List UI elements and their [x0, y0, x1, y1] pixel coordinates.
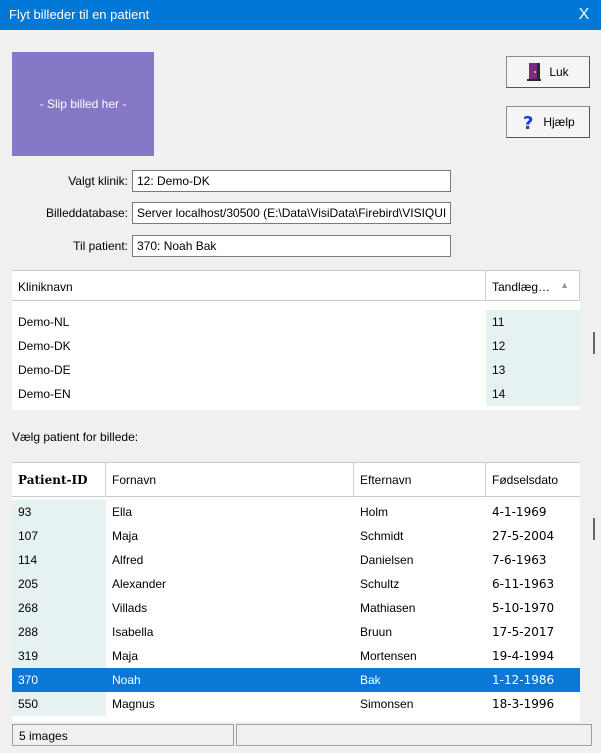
clinic-label: Valgt klinik:: [68, 174, 128, 188]
clinic-grid[interactable]: Kliniknavn Tandlæg… ▲ Demo-NL 11 Demo-DK…: [12, 270, 580, 410]
title-bar: Flyt billeder til en patient X: [0, 0, 601, 30]
column-header-fornavn[interactable]: Fornavn: [106, 463, 354, 497]
clinic-grid-header: Kliniknavn Tandlæg… ▲: [12, 271, 580, 301]
patient-id: 319: [12, 644, 106, 668]
clinic-row-item[interactable]: Demo-DE 13: [12, 358, 580, 382]
clinic-id: 12: [486, 334, 580, 358]
svg-text:?: ?: [523, 113, 533, 132]
clinic-field[interactable]: [132, 170, 451, 192]
column-header-kliniknavn[interactable]: Kliniknavn: [12, 271, 486, 301]
clinic-scroll-thumb[interactable]: [593, 332, 595, 354]
patient-first-name: Villads: [112, 601, 148, 615]
clinic-id: 14: [486, 382, 580, 406]
patient-row[interactable]: 268 Villads Mathiasen 5-10-1970: [12, 596, 580, 620]
patient-id: 550: [12, 692, 106, 716]
patient-row[interactable]: 370 Noah Bak 1-12-1986: [12, 668, 580, 692]
status-image-count: 5 images: [12, 724, 234, 746]
patient-birth-date: 7-6-1963: [492, 553, 547, 567]
patient-id: 107: [12, 524, 106, 548]
status-secondary: [236, 724, 592, 746]
clinic-id: 13: [486, 358, 580, 382]
clinic-name: Demo-DE: [18, 363, 71, 377]
patient-id: 205: [12, 572, 106, 596]
window-title: Flyt billeder til en patient: [9, 7, 150, 22]
patient-id: 93: [12, 500, 106, 524]
database-row: Billeddatabase:: [0, 202, 601, 224]
patient-last-name: Schmidt: [360, 529, 404, 543]
patient-birth-date: 17-5-2017: [492, 625, 555, 639]
column-header-tandlaege[interactable]: Tandlæg… ▲: [486, 271, 580, 301]
patient-last-name: Mortensen: [360, 649, 417, 663]
patient-first-name: Alexander: [112, 577, 167, 591]
patient-last-name: Bruun: [360, 625, 393, 639]
patient-first-name: Isabella: [112, 625, 154, 639]
image-drop-zone[interactable]: - Slip billed her -: [12, 52, 154, 156]
patient-birth-date: 19-4-1994: [492, 649, 555, 663]
patient-last-name: Mathiasen: [360, 601, 416, 615]
question-mark-icon: ?: [523, 113, 533, 132]
patient-row[interactable]: 114 Alfred Danielsen 7-6-1963: [12, 548, 580, 572]
patient-last-name: Simonsen: [360, 697, 414, 711]
clinic-row-item[interactable]: Demo-EN 14: [12, 382, 580, 406]
patient-first-name: Maja: [112, 529, 139, 543]
column-header-foedselsdato[interactable]: Fødselsdato: [486, 463, 580, 497]
clinic-row-item[interactable]: Demo-NL 11: [12, 310, 580, 334]
clinic-row-item[interactable]: Demo-DK 12: [12, 334, 580, 358]
patient-birth-date: 5-10-1970: [492, 601, 555, 615]
patient-id: 114: [12, 548, 106, 572]
status-bar: 5 images: [12, 724, 592, 746]
patient-id: 288: [12, 620, 106, 644]
patient-row[interactable]: 107 Maja Schmidt 27-5-2004: [12, 524, 580, 548]
patient-row: Til patient:: [0, 235, 601, 257]
patient-last-name: Bak: [360, 673, 381, 687]
help-button-label: Hjælp: [543, 115, 575, 129]
patient-row[interactable]: 205 Alexander Schultz 6-11-1963: [12, 572, 580, 596]
patient-row[interactable]: 288 Isabella Bruun 17-5-2017: [12, 620, 580, 644]
drop-zone-label: - Slip billed her -: [39, 97, 127, 111]
patient-row[interactable]: 93 Ella Holm 4-1-1969: [12, 500, 580, 524]
clinic-id: 11: [486, 310, 580, 334]
door-exit-icon: [527, 63, 542, 81]
database-field[interactable]: [132, 202, 451, 224]
patient-last-name: Schultz: [360, 577, 400, 591]
patient-id: 268: [12, 596, 106, 620]
patient-birth-date: 6-11-1963: [492, 577, 555, 591]
database-label: Billeddatabase:: [45, 206, 128, 220]
patient-id: 370: [12, 668, 106, 692]
clinic-name: Demo-DK: [18, 339, 71, 353]
column-header-tandlaege-label: Tandlæg…: [492, 280, 551, 294]
close-window-button[interactable]: X: [567, 0, 601, 30]
patient-first-name: Noah: [112, 673, 141, 687]
patient-first-name: Alfred: [112, 553, 144, 567]
sort-ascending-icon: ▲: [560, 280, 569, 290]
patient-birth-date: 18-3-1996: [492, 697, 555, 711]
clinic-name: Demo-EN: [18, 387, 71, 401]
patient-first-name: Ella: [112, 505, 133, 519]
clinic-grid-scrollbar[interactable]: [580, 300, 600, 410]
patient-birth-date: 4-1-1969: [492, 505, 547, 519]
patient-birth-date: 27-5-2004: [492, 529, 555, 543]
patient-last-name: Danielsen: [360, 553, 414, 567]
close-button[interactable]: Luk: [506, 56, 590, 88]
column-header-patient-id[interactable]: Patient-ID: [12, 463, 106, 497]
clinic-row: Valgt klinik:: [0, 170, 601, 192]
patient-first-name: Maja: [112, 649, 139, 663]
help-button[interactable]: ? Hjælp: [506, 106, 590, 138]
close-button-label: Luk: [549, 65, 569, 79]
patient-row[interactable]: 319 Maja Mortensen 19-4-1994: [12, 644, 580, 668]
patient-row[interactable]: 550 Magnus Simonsen 18-3-1996: [12, 692, 580, 716]
patient-scroll-thumb[interactable]: [593, 518, 595, 540]
patient-grid-scrollbar[interactable]: [580, 496, 600, 722]
patient-last-name: Holm: [360, 505, 389, 519]
patient-first-name: Magnus: [112, 697, 155, 711]
clinic-name: Demo-NL: [18, 315, 70, 329]
patient-grid-header: Patient-ID Fornavn Efternavn Fødselsdato: [12, 463, 580, 497]
patient-label: Til patient:: [73, 239, 128, 253]
patient-birth-date: 1-12-1986: [492, 673, 555, 687]
patient-grid[interactable]: Patient-ID Fornavn Efternavn Fødselsdato…: [12, 462, 580, 722]
patient-section-label: Vælg patient for billede:: [12, 430, 139, 444]
column-header-efternavn[interactable]: Efternavn: [354, 463, 486, 497]
patient-field[interactable]: [132, 235, 451, 257]
